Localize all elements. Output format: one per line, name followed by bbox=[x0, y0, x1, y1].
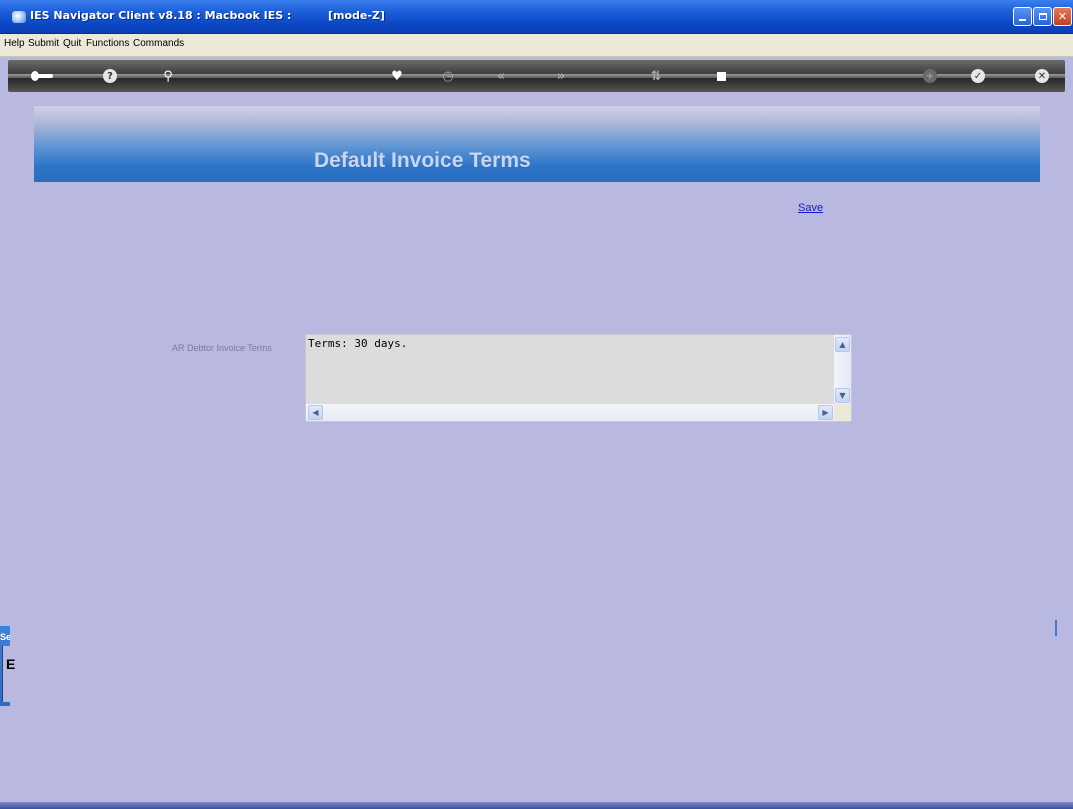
stop-icon bbox=[716, 71, 726, 81]
maximize-icon bbox=[1038, 13, 1047, 20]
sort-button[interactable]: ⇅ bbox=[646, 66, 666, 86]
chevron-up-icon: ▲ bbox=[839, 340, 846, 349]
toolbar: ? ⚲ ♥ ◷ « » ⇅ + ✓ ✕ bbox=[8, 60, 1065, 92]
menu-quit[interactable]: Quit bbox=[63, 38, 81, 49]
clock-icon: ◷ bbox=[442, 68, 454, 84]
chevron-left-icon: ◀ bbox=[312, 408, 319, 417]
scroll-corner bbox=[834, 404, 851, 421]
right-edge-marker bbox=[1055, 620, 1057, 636]
save-link[interactable]: Save bbox=[798, 202, 823, 214]
side-tab-label: Se bbox=[0, 632, 10, 642]
close-button[interactable]: ✕ bbox=[1032, 66, 1052, 86]
app-logo-icon bbox=[12, 11, 26, 23]
chevron-down-icon: ▼ bbox=[839, 391, 846, 400]
side-panel-text: E bbox=[6, 656, 16, 672]
sort-icon: ⇅ bbox=[650, 68, 662, 84]
window-close-button[interactable]: ✕ bbox=[1053, 7, 1072, 26]
menu-bar: Help Submit Quit Functions Commands bbox=[0, 34, 1073, 57]
help-icon: ? bbox=[103, 69, 117, 83]
confirm-button[interactable]: ✓ bbox=[968, 66, 988, 86]
scroll-left-button[interactable]: ◀ bbox=[308, 405, 323, 420]
scroll-up-button[interactable]: ▲ bbox=[835, 337, 850, 352]
search-button[interactable]: ⚲ bbox=[158, 66, 178, 86]
menu-functions[interactable]: Functions bbox=[86, 38, 129, 49]
fast-forward-icon: » bbox=[556, 68, 566, 84]
previous-button[interactable]: « bbox=[491, 66, 511, 86]
bottom-border bbox=[0, 802, 1073, 809]
scroll-down-button[interactable]: ▼ bbox=[835, 388, 850, 403]
page-title: Default Invoice Terms bbox=[314, 149, 531, 172]
page-banner: Default Invoice Terms bbox=[34, 106, 1040, 182]
invoice-terms-textarea[interactable]: Terms: 30 days. ▲ ▼ ◀ ▶ bbox=[305, 334, 852, 422]
search-icon: ⚲ bbox=[163, 68, 173, 84]
key-icon bbox=[31, 71, 53, 81]
content-area: Default Invoice Terms Save AR Debtor Inv… bbox=[8, 94, 1065, 802]
minimize-icon bbox=[1019, 19, 1026, 21]
menu-help[interactable]: Help bbox=[4, 38, 25, 49]
app-window: IES Navigator Client v8.18 : Macbook IES… bbox=[0, 0, 1073, 809]
scroll-right-button[interactable]: ▶ bbox=[818, 405, 833, 420]
invoice-terms-text: Terms: 30 days. bbox=[308, 337, 408, 350]
horizontal-scrollbar[interactable]: ◀ ▶ bbox=[306, 403, 835, 421]
check-icon: ✓ bbox=[971, 69, 985, 83]
help-button[interactable]: ? bbox=[100, 66, 120, 86]
favorite-button[interactable]: ♥ bbox=[387, 66, 407, 86]
menu-submit[interactable]: Submit bbox=[28, 38, 59, 49]
title-bar: IES Navigator Client v8.18 : Macbook IES… bbox=[0, 0, 1073, 34]
close-icon: ✕ bbox=[1035, 69, 1049, 83]
add-button[interactable]: + bbox=[920, 66, 940, 86]
vertical-scrollbar[interactable]: ▲ ▼ bbox=[833, 335, 851, 405]
key-button[interactable] bbox=[31, 66, 54, 86]
chevron-right-icon: ▶ bbox=[822, 408, 829, 417]
window-title: IES Navigator Client v8.18 : Macbook IES… bbox=[30, 9, 292, 22]
heart-icon: ♥ bbox=[391, 68, 403, 84]
invoice-terms-label: AR Debtor Invoice Terms bbox=[172, 343, 272, 353]
side-panel: E bbox=[2, 646, 15, 702]
maximize-button[interactable] bbox=[1033, 7, 1052, 26]
rewind-icon: « bbox=[496, 68, 506, 84]
menu-commands[interactable]: Commands bbox=[133, 38, 184, 49]
history-button[interactable]: ◷ bbox=[438, 66, 458, 86]
add-icon: + bbox=[923, 69, 937, 83]
next-button[interactable]: » bbox=[551, 66, 571, 86]
window-mode: [mode-Z] bbox=[328, 9, 385, 22]
minimize-button[interactable] bbox=[1013, 7, 1032, 26]
stop-button[interactable] bbox=[711, 66, 731, 86]
window-close-icon: ✕ bbox=[1057, 10, 1068, 23]
